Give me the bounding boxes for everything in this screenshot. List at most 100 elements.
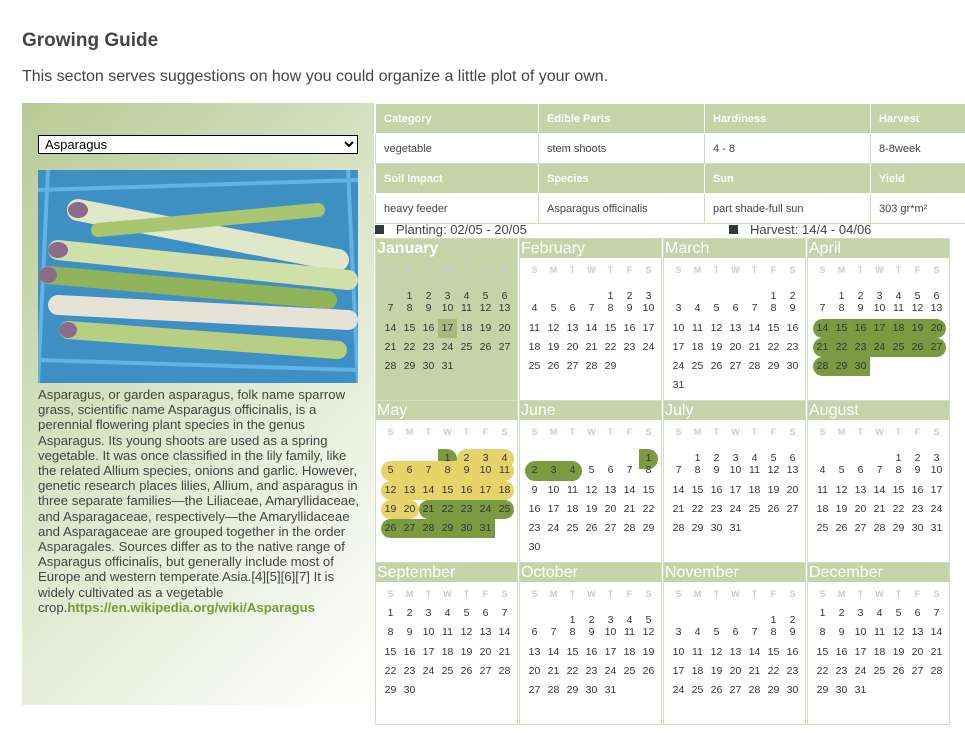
calendar-day[interactable]: 27 (563, 357, 582, 376)
calendar-day[interactable]: 11 (870, 623, 889, 642)
calendar-day[interactable]: 16 (457, 480, 476, 500)
calendar-day[interactable]: 22 (764, 662, 783, 681)
calendar-day[interactable]: 27 (601, 519, 620, 538)
calendar-day[interactable]: 26 (889, 662, 908, 681)
calendar-day[interactable]: 29 (639, 519, 658, 538)
calendar-day[interactable]: 15 (764, 643, 783, 662)
calendar-day[interactable]: 15 (764, 319, 783, 338)
calendar-day[interactable]: 30 (419, 357, 438, 376)
calendar-day[interactable]: 10 (438, 299, 457, 318)
calendar-day[interactable]: 18 (870, 643, 889, 662)
calendar-day[interactable]: 28 (495, 662, 514, 681)
calendar-day[interactable]: 8 (688, 461, 707, 480)
calendar-day[interactable]: 23 (457, 499, 476, 519)
calendar-day[interactable]: 29 (832, 356, 851, 377)
calendar-day[interactable]: 16 (400, 643, 419, 662)
calendar-day[interactable]: 4 (525, 299, 544, 318)
calendar-day[interactable]: 14 (745, 643, 764, 662)
calendar-day[interactable]: 13 (726, 643, 745, 662)
calendar-day[interactable]: 28 (870, 519, 889, 538)
calendar-day[interactable]: 14 (620, 481, 639, 500)
calendar-day[interactable]: 25 (495, 499, 514, 519)
calendar-day[interactable]: 19 (764, 481, 783, 500)
calendar-day[interactable]: 29 (381, 681, 400, 700)
calendar-day[interactable]: 29 (438, 518, 457, 539)
calendar-day[interactable]: 8 (764, 299, 783, 318)
calendar-day[interactable]: 14 (927, 623, 946, 642)
calendar-day[interactable]: 19 (381, 499, 400, 519)
calendar-day[interactable]: 28 (544, 681, 563, 700)
calendar-day[interactable]: 15 (563, 643, 582, 662)
calendar-day[interactable]: 9 (707, 461, 726, 480)
calendar-day[interactable]: 6 (726, 623, 745, 642)
calendar-day[interactable]: 24 (544, 519, 563, 538)
calendar-day[interactable]: 21 (582, 338, 601, 357)
calendar-day[interactable]: 25 (870, 662, 889, 681)
calendar-day[interactable]: 10 (419, 623, 438, 642)
calendar-day[interactable]: 10 (669, 643, 688, 662)
calendar-day[interactable]: 30 (582, 681, 601, 700)
calendar-day[interactable]: 21 (495, 643, 514, 662)
calendar-day[interactable]: 15 (639, 481, 658, 500)
calendar-day[interactable]: 17 (669, 662, 688, 681)
calendar-day[interactable]: 25 (813, 519, 832, 538)
calendar-day[interactable]: 14 (419, 480, 438, 500)
calendar-day[interactable]: 17 (601, 643, 620, 662)
calendar-day[interactable]: 26 (707, 681, 726, 700)
calendar-day[interactable]: 24 (601, 662, 620, 681)
calendar-day[interactable]: 21 (381, 338, 400, 357)
calendar-day[interactable]: 2 (832, 604, 851, 623)
calendar-day[interactable]: 29 (688, 519, 707, 538)
calendar-day[interactable]: 19 (889, 643, 908, 662)
calendar-day[interactable]: 8 (813, 623, 832, 642)
calendar-day[interactable]: 15 (438, 480, 457, 500)
calendar-day[interactable]: 28 (582, 357, 601, 376)
calendar-day[interactable]: 27 (851, 519, 870, 538)
calendar-day[interactable]: 24 (870, 337, 889, 357)
calendar-day[interactable]: 30 (400, 681, 419, 700)
wikipedia-link[interactable]: https://en.wikipedia.org/wiki/Asparagus (67, 600, 315, 615)
calendar-day[interactable]: 20 (783, 481, 802, 500)
calendar-day[interactable]: 16 (525, 500, 544, 519)
calendar-day[interactable]: 12 (908, 299, 927, 318)
calendar-day[interactable]: 19 (582, 500, 601, 519)
calendar-day[interactable]: 1 (813, 604, 832, 623)
calendar-day[interactable]: 9 (908, 461, 927, 480)
calendar-day[interactable]: 12 (639, 623, 658, 642)
calendar-day[interactable]: 8 (764, 623, 783, 642)
calendar-day[interactable]: 9 (620, 299, 639, 318)
calendar-day[interactable]: 21 (419, 499, 438, 519)
calendar-day[interactable]: 3 (419, 604, 438, 623)
calendar-day[interactable]: 23 (400, 662, 419, 681)
calendar-day[interactable]: 14 (669, 481, 688, 500)
calendar-day[interactable]: 4 (870, 604, 889, 623)
calendar-day[interactable]: 23 (582, 662, 601, 681)
calendar-day[interactable]: 19 (707, 662, 726, 681)
calendar-day[interactable]: 3 (851, 604, 870, 623)
calendar-day[interactable]: 30 (783, 681, 802, 700)
calendar-day[interactable]: 14 (495, 623, 514, 642)
calendar-day[interactable]: 25 (745, 500, 764, 519)
calendar-day[interactable]: 18 (563, 500, 582, 519)
calendar-day[interactable]: 10 (726, 461, 745, 480)
calendar-day[interactable]: 13 (563, 319, 582, 338)
calendar-day[interactable]: 27 (495, 338, 514, 357)
calendar-day[interactable]: 4 (563, 461, 582, 481)
calendar-day[interactable]: 31 (726, 519, 745, 538)
calendar-day[interactable]: 30 (783, 357, 802, 376)
calendar-day[interactable]: 25 (688, 681, 707, 700)
calendar-day[interactable]: 15 (381, 643, 400, 662)
calendar-day[interactable]: 17 (544, 500, 563, 519)
calendar-day[interactable]: 4 (438, 604, 457, 623)
calendar-day[interactable]: 20 (563, 338, 582, 357)
calendar-day[interactable]: 13 (726, 319, 745, 338)
calendar-day[interactable]: 23 (419, 338, 438, 357)
calendar-day[interactable]: 8 (400, 299, 419, 318)
calendar-day[interactable]: 27 (927, 337, 946, 357)
calendar-day[interactable]: 18 (889, 318, 908, 338)
calendar-day[interactable]: 30 (525, 538, 544, 557)
calendar-day[interactable]: 16 (908, 481, 927, 500)
calendar-day[interactable]: 6 (476, 604, 495, 623)
calendar-day[interactable]: 17 (927, 481, 946, 500)
calendar-day[interactable]: 13 (495, 299, 514, 318)
